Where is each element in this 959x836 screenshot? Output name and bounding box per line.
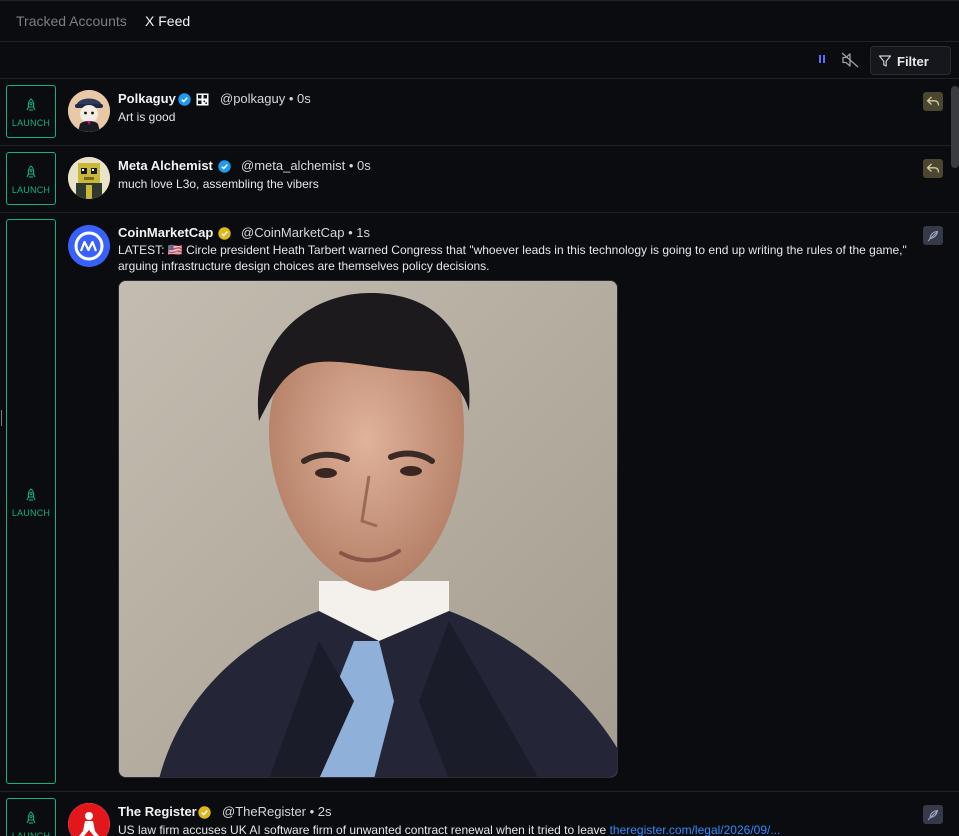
reply-icon: [926, 163, 940, 173]
filter-label: Filter: [897, 54, 929, 69]
launch-label: LAUNCH: [11, 508, 51, 518]
post-text: US law firm accuses UK AI software firm …: [118, 823, 781, 836]
feed-post: LAUNCH Meta Alchemist @meta_alchemist • …: [0, 146, 959, 213]
post-handle[interactable]: @polkaguy • 0s: [220, 91, 311, 106]
verified-badge-icon: [178, 93, 191, 106]
launch-button[interactable]: LAUNCH: [6, 219, 56, 784]
avatar[interactable]: [68, 225, 110, 267]
post-author-name[interactable]: CoinMarketCap: [118, 225, 213, 240]
reply-icon: [926, 96, 940, 106]
launch-button[interactable]: LAUNCH: [6, 152, 56, 205]
tab-x-feed[interactable]: X Feed: [145, 13, 190, 29]
pause-icon[interactable]: [817, 55, 827, 66]
post-handle[interactable]: @TheRegister • 2s: [222, 804, 332, 819]
x-feed-list: LAUNCH Polkaguy @polkaguy • 0s Art is go…: [0, 79, 959, 836]
launch-button[interactable]: LAUNCH: [6, 85, 56, 138]
rocket-icon: [26, 811, 36, 824]
post-author-name[interactable]: The Register: [118, 804, 197, 819]
panel-resize-handle[interactable]: [1, 410, 2, 426]
feed-post: LAUNCH The Register @TheRegister • 2s US…: [0, 792, 959, 836]
avatar[interactable]: [68, 90, 110, 132]
rocket-icon: [26, 98, 36, 111]
post-link[interactable]: theregister.com/legal/2026/09/...: [610, 823, 781, 836]
qr-icon: [196, 93, 209, 106]
post-text: Art is good: [118, 110, 176, 124]
tab-tracked-accounts[interactable]: Tracked Accounts: [16, 13, 127, 29]
rocket-icon: [26, 165, 36, 178]
funnel-icon: [878, 55, 892, 67]
post-author-name[interactable]: Meta Alchemist: [118, 158, 213, 173]
launch-button[interactable]: LAUNCH: [6, 798, 56, 836]
quote-button[interactable]: [923, 805, 943, 824]
feed-post: LAUNCH CoinMarketCap @CoinMarketCap • 1s…: [0, 213, 959, 792]
feed-toolbar: Filter: [0, 42, 959, 79]
launch-label: LAUNCH: [11, 118, 51, 128]
rocket-icon: [26, 488, 36, 501]
feather-icon: [927, 809, 939, 821]
feed-post: LAUNCH Polkaguy @polkaguy • 0s Art is go…: [0, 79, 959, 146]
post-media-image[interactable]: [118, 280, 618, 778]
reply-button[interactable]: [923, 159, 943, 178]
quote-button[interactable]: [923, 226, 943, 245]
verified-badge-icon: [218, 160, 231, 173]
reply-button[interactable]: [923, 92, 943, 111]
avatar[interactable]: [68, 157, 110, 199]
avatar[interactable]: [68, 803, 110, 836]
verified-badge-icon: [198, 806, 211, 819]
post-author-name[interactable]: Polkaguy: [118, 91, 176, 106]
verified-badge-icon: [218, 227, 231, 240]
post-handle[interactable]: @CoinMarketCap • 1s: [241, 225, 370, 240]
launch-label: LAUNCH: [11, 831, 51, 836]
speaker-muted-icon[interactable]: [840, 50, 860, 70]
feed-tabs: Tracked Accounts X Feed: [0, 0, 959, 42]
feed-scrollbar[interactable]: [951, 86, 959, 168]
post-text: LATEST: 🇺🇸 Circle president Heath Tarber…: [118, 243, 907, 273]
feather-icon: [927, 230, 939, 242]
launch-label: LAUNCH: [11, 185, 51, 195]
post-handle[interactable]: @meta_alchemist • 0s: [241, 158, 371, 173]
post-text: much love L3o, assembling the vibers: [118, 177, 319, 191]
filter-button[interactable]: Filter: [870, 46, 951, 75]
